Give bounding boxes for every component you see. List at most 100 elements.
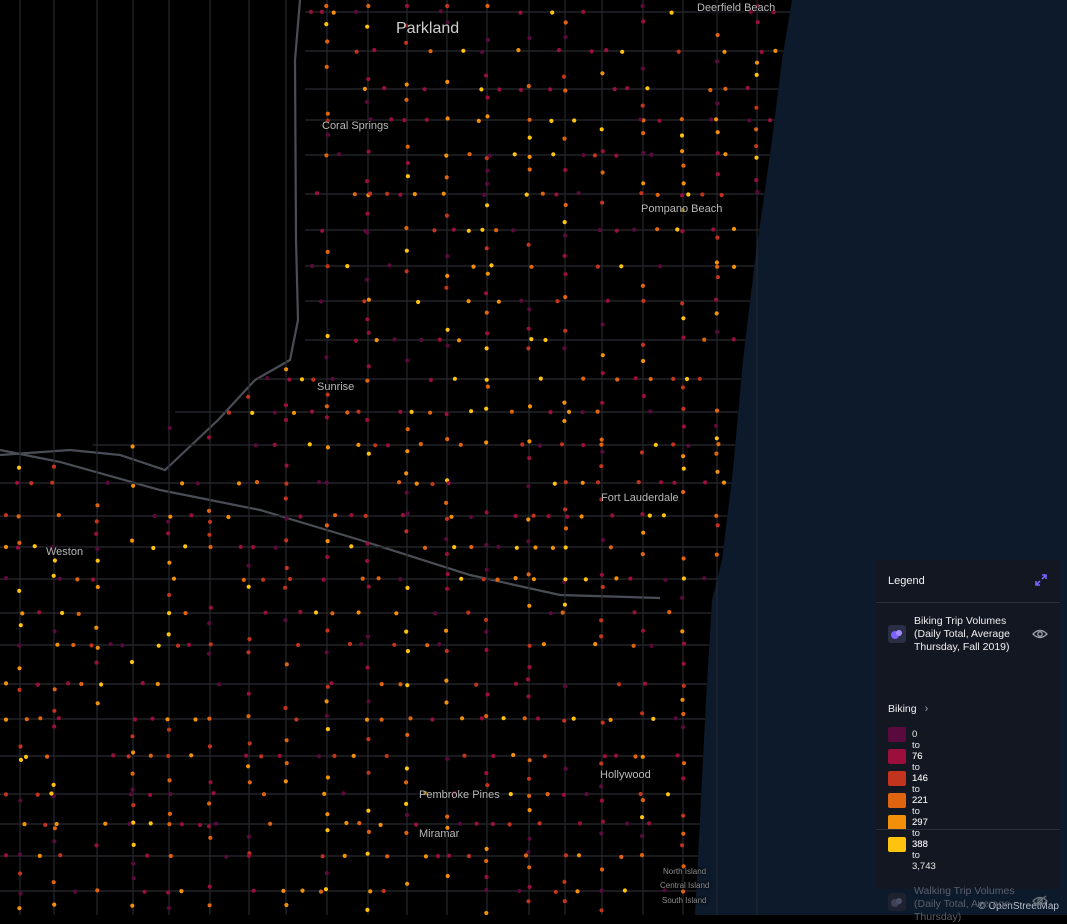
traffic-point [679,133,685,138]
mode-selector[interactable]: Biking › [888,703,928,715]
traffic-point [224,854,229,859]
traffic-point [633,754,638,759]
traffic-point [325,111,330,116]
traffic-point [404,490,409,495]
traffic-point [430,717,435,722]
eye-icon[interactable] [1032,628,1048,640]
traffic-point [155,681,160,687]
traffic-point [131,842,136,848]
traffic-point [599,442,604,447]
traffic-point [484,73,489,78]
traffic-point [516,48,521,53]
traffic-point [207,532,212,537]
traffic-point [715,264,720,269]
traffic-point [428,49,433,54]
collapse-arrows-icon[interactable] [1034,573,1048,587]
traffic-point [405,160,410,166]
traffic-point [389,117,394,122]
traffic-point [563,766,568,771]
place-label-hollywood: Hollywood [600,769,651,781]
traffic-point [548,410,553,415]
traffic-point [653,442,658,447]
traffic-point [484,647,489,653]
traffic-point [680,301,685,306]
traffic-point [651,716,656,722]
legend-swatch [888,815,906,830]
traffic-point [52,629,57,634]
traffic-point [95,503,100,508]
traffic-point [79,681,84,687]
traffic-point [640,815,645,820]
traffic-point [604,48,609,53]
traffic-point [405,649,410,654]
traffic-point [365,634,371,639]
traffic-point [639,450,645,455]
traffic-point [150,716,155,721]
traffic-point [405,174,410,179]
traffic-point [535,716,541,721]
traffic-point [56,716,61,721]
traffic-point [474,821,479,826]
traffic-point [638,791,643,797]
traffic-point [404,82,409,87]
traffic-point [518,87,524,92]
traffic-point [333,513,338,518]
traffic-point [680,629,685,634]
traffic-point [681,489,686,495]
traffic-point [58,853,63,858]
traffic-point [681,683,686,688]
traffic-point [18,798,23,803]
traffic-point [366,699,371,704]
traffic-point [537,443,543,448]
traffic-point [542,754,548,759]
traffic-point [555,299,560,304]
traffic-point [238,544,243,550]
traffic-point [167,811,172,817]
traffic-point [745,85,750,91]
traffic-point [466,299,471,304]
traffic-point [545,792,550,797]
traffic-point [404,248,409,253]
traffic-point [681,163,686,168]
traffic-point [526,84,531,89]
traffic-point [342,853,347,859]
traffic-point [365,541,370,546]
traffic-point [513,681,519,687]
traffic-point [479,87,484,92]
traffic-point [365,179,370,184]
traffic-point [300,888,305,893]
traffic-point [681,641,687,646]
eye-off-icon[interactable] [1032,895,1048,907]
traffic-point [94,843,99,848]
traffic-point [495,577,500,582]
traffic-point [207,884,212,889]
traffic-point [649,152,654,157]
traffic-point [648,409,653,414]
traffic-point [551,152,556,157]
traffic-point [548,87,553,92]
traffic-point [484,874,489,880]
traffic-point [351,753,356,759]
traffic-point [657,118,662,123]
traffic-point [405,881,410,886]
traffic-point [325,727,330,732]
traffic-point [325,554,330,560]
traffic-point [366,737,371,742]
traffic-point [322,791,327,797]
traffic-point [600,322,605,327]
traffic-point [563,480,568,485]
traffic-point [365,417,370,422]
traffic-point [527,117,532,122]
traffic-point [433,611,438,616]
traffic-point [639,853,645,858]
traffic-point [283,705,288,711]
traffic-point [451,227,456,232]
traffic-point [332,753,337,759]
traffic-point [32,544,37,549]
traffic-point [246,834,252,839]
layer-title: Walking Trip Volumes (Daily Total, Avera… [914,885,1015,923]
traffic-point [412,192,417,197]
traffic-point [325,333,330,339]
traffic-point [324,22,329,27]
traffic-point [562,220,567,225]
